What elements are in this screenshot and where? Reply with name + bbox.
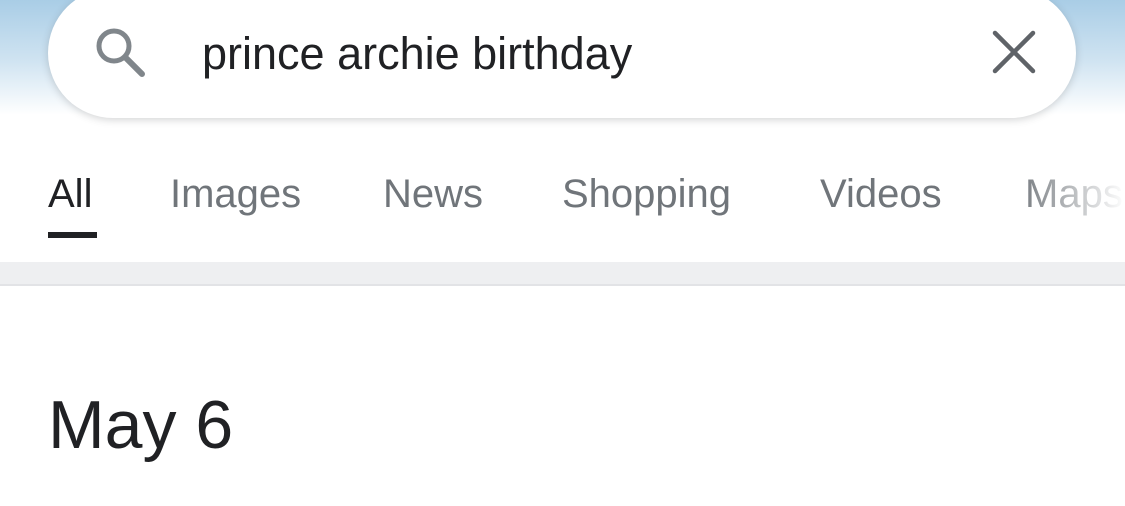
active-tab-indicator [48,232,97,238]
close-icon[interactable] [990,28,1038,76]
search-tabs: All Images News Shopping Videos Maps [0,150,1125,262]
search-icon[interactable] [90,24,150,84]
featured-answer: May 6 [48,387,234,463]
section-divider [0,262,1125,286]
search-input[interactable]: prince archie birthday [202,26,632,82]
tab-news[interactable]: News [383,168,483,220]
tab-images[interactable]: Images [170,168,301,220]
tab-maps[interactable]: Maps [1025,168,1123,220]
tab-videos[interactable]: Videos [820,168,942,220]
tab-shopping[interactable]: Shopping [562,168,731,220]
tab-all[interactable]: All [48,168,92,220]
